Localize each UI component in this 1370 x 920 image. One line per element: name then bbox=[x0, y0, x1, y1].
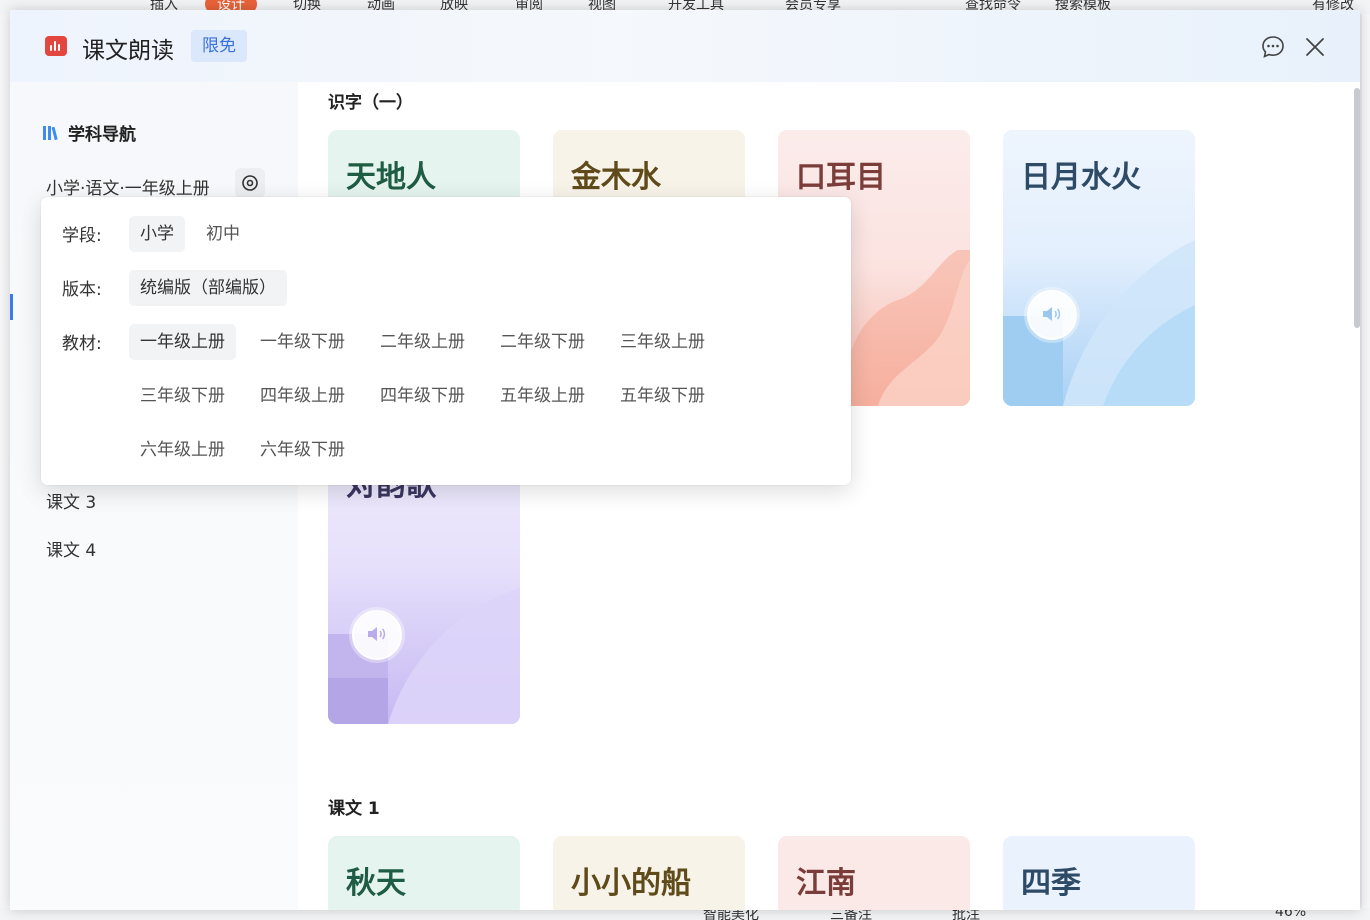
text-reading-dialog: 课文朗读 限免 学科导航 小学·语文·一年级上册 课文 3 课文 4 识字（一）… bbox=[10, 10, 1360, 910]
audio-book-icon bbox=[45, 36, 67, 56]
section-title-literacy-1: 识字（一） bbox=[328, 93, 413, 113]
card-title: 江南 bbox=[796, 866, 856, 901]
card-title: 天地人 bbox=[346, 160, 436, 195]
textbook-option[interactable]: 五年级上册 bbox=[489, 378, 596, 414]
textbook-option[interactable]: 二年级上册 bbox=[369, 324, 476, 360]
textbook-option[interactable]: 六年级上册 bbox=[129, 432, 236, 468]
stage-label: 学段: bbox=[62, 226, 102, 246]
lesson-card[interactable]: 四季 bbox=[1003, 836, 1195, 910]
stage-option-junior[interactable]: 初中 bbox=[195, 216, 251, 252]
dialog-header: 课文朗读 限免 bbox=[10, 10, 1360, 82]
sidebar-item-lesson-3[interactable]: 课文 3 bbox=[46, 488, 96, 513]
speaker-icon bbox=[368, 627, 386, 641]
lesson-card[interactable]: 江南 bbox=[778, 836, 970, 910]
lesson-card[interactable]: 日月水火 bbox=[1003, 130, 1195, 406]
subject-nav-heading: 学科导航 bbox=[42, 120, 136, 147]
active-item-marker bbox=[10, 294, 13, 320]
play-audio-button[interactable] bbox=[1027, 290, 1077, 340]
card-title: 金木水 bbox=[571, 160, 661, 195]
play-audio-button[interactable] bbox=[352, 610, 402, 660]
background-left-panel bbox=[0, 14, 10, 908]
speaker-icon bbox=[1043, 307, 1061, 321]
locate-button[interactable] bbox=[235, 168, 265, 198]
sidebar-item-lesson-4[interactable]: 课文 4 bbox=[46, 536, 96, 561]
textbook-option[interactable]: 三年级上册 bbox=[609, 324, 716, 360]
textbook-option[interactable]: 二年级下册 bbox=[489, 324, 596, 360]
current-textbook-selector[interactable]: 小学·语文·一年级上册 bbox=[46, 174, 210, 199]
textbook-selector-popover: 学段: 小学 初中 版本: 统编版（部编版） 教材: 一年级上册 一年级下册 二… bbox=[41, 197, 851, 485]
lesson-card[interactable]: 小小的船 bbox=[553, 836, 745, 910]
textbook-label: 教材: bbox=[62, 334, 102, 354]
lesson-card[interactable]: 秋天 bbox=[328, 836, 520, 910]
content-scrollbar[interactable] bbox=[1354, 88, 1360, 328]
textbook-option[interactable]: 三年级下册 bbox=[129, 378, 236, 414]
textbook-option[interactable]: 六年级下册 bbox=[249, 432, 356, 468]
chat-bubble-icon bbox=[1262, 36, 1284, 58]
textbook-option[interactable]: 一年级上册 bbox=[129, 324, 236, 360]
background-right-panel bbox=[1362, 14, 1370, 908]
textbook-option[interactable]: 四年级上册 bbox=[249, 378, 356, 414]
stage-option-primary[interactable]: 小学 bbox=[129, 216, 185, 252]
close-icon bbox=[1306, 38, 1324, 56]
textbook-option[interactable]: 五年级下册 bbox=[609, 378, 716, 414]
feedback-button[interactable] bbox=[1260, 34, 1286, 60]
edition-option-unified[interactable]: 统编版（部编版） bbox=[129, 270, 287, 306]
card-title: 小小的船 bbox=[571, 866, 691, 901]
close-button[interactable] bbox=[1302, 34, 1328, 60]
textbook-option[interactable]: 一年级下册 bbox=[249, 324, 356, 360]
section-title-lesson-1: 课文 1 bbox=[328, 799, 380, 819]
books-icon bbox=[42, 124, 60, 147]
dialog-title: 课文朗读 bbox=[82, 38, 174, 64]
target-icon bbox=[242, 175, 258, 191]
edition-label: 版本: bbox=[62, 280, 102, 300]
free-badge: 限免 bbox=[191, 30, 247, 62]
card-title: 四季 bbox=[1021, 866, 1081, 901]
textbook-option[interactable]: 四年级下册 bbox=[369, 378, 476, 414]
card-title: 秋天 bbox=[346, 866, 406, 901]
wave-illustration bbox=[1003, 240, 1195, 406]
subject-nav-label: 学科导航 bbox=[68, 125, 136, 145]
